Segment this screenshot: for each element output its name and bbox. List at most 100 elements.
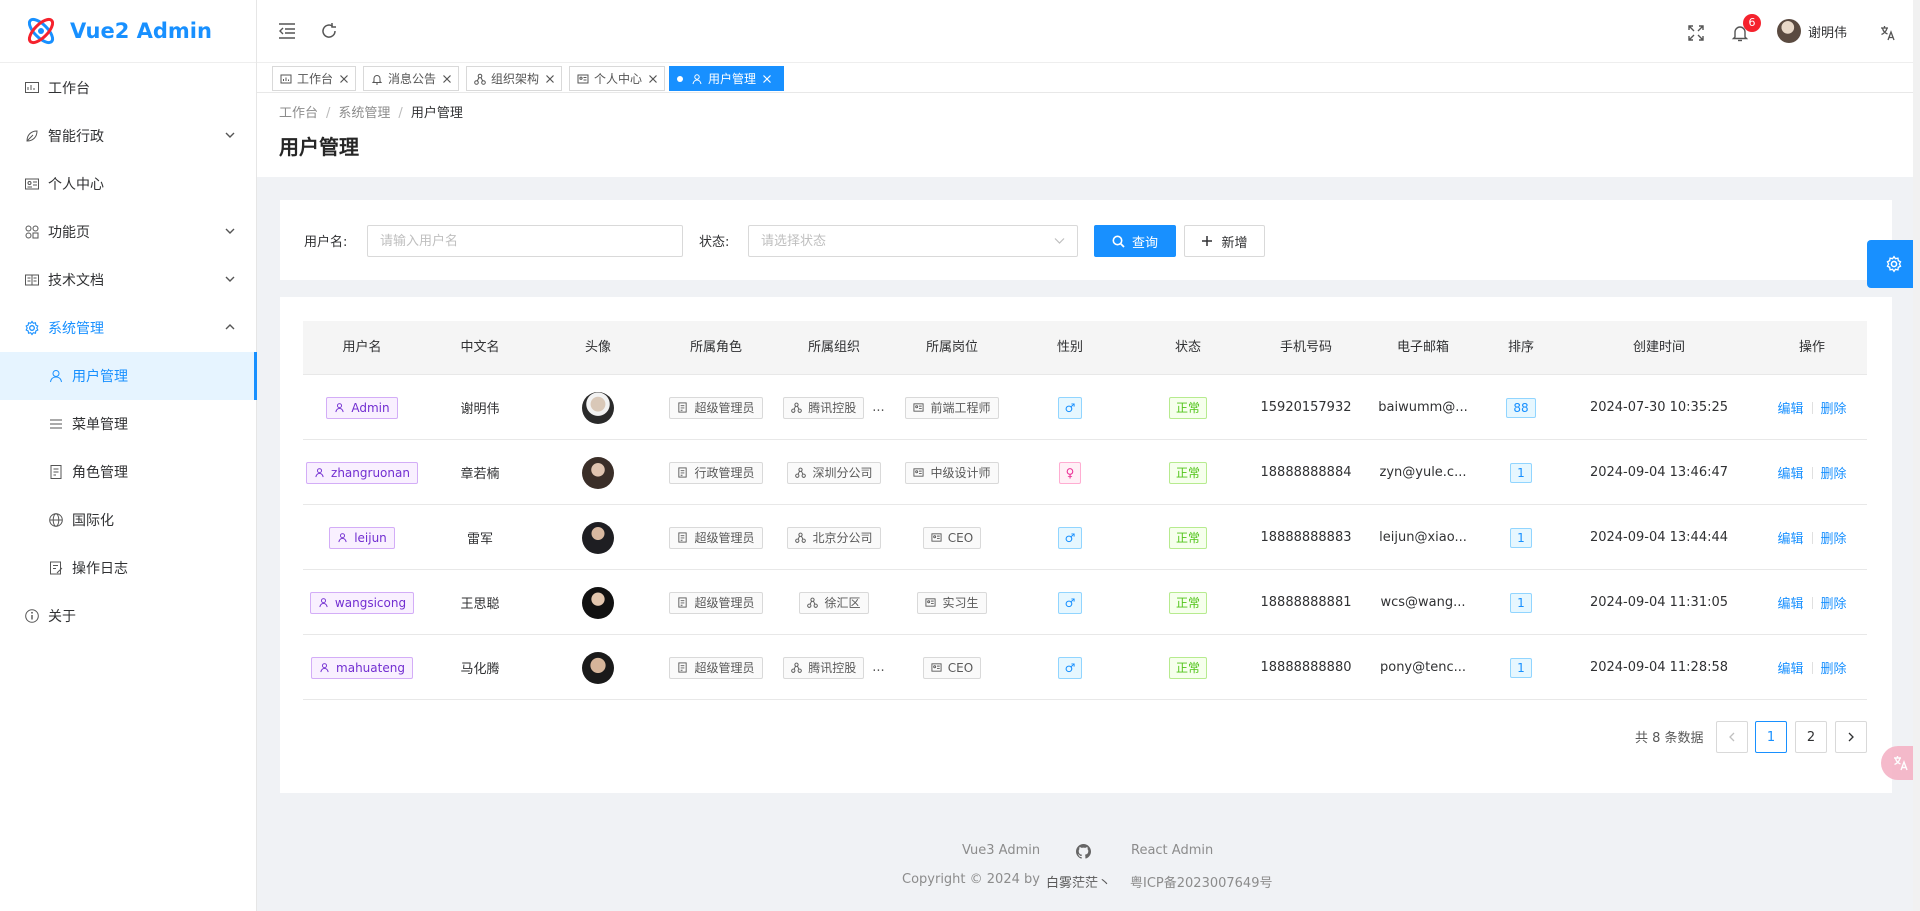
page-1-button[interactable]: 1 [1755,721,1787,753]
post-tag: CEO [922,526,982,549]
delete-button[interactable]: 删除 [1821,658,1847,677]
fullscreen-icon[interactable] [1687,24,1705,42]
sidebar-item-logs[interactable]: 操作日志 [0,544,256,592]
post-text: 前端工程师 [930,401,991,415]
cell-created: 2024-09-04 11:31:05 [1589,595,1729,610]
refresh-icon[interactable] [319,21,339,41]
delete-button[interactable]: 删除 [1821,593,1847,612]
column-header: 中文名 [460,340,500,355]
sidebar-item-system[interactable]: 系统管理 [0,304,256,352]
username-text: wangsicong [334,595,407,610]
edit-button[interactable]: 编辑 [1777,463,1803,482]
translate-icon[interactable] [1879,24,1897,42]
close-icon[interactable] [339,74,349,84]
cell-username: Admin [303,375,421,440]
role-text: 超级管理员 [694,661,755,675]
breadcrumb-item[interactable]: 系统管理 [338,106,390,121]
username[interactable]: 谢明伟 [1808,22,1847,41]
delete-button[interactable]: 删除 [1821,528,1847,547]
table-row: mahuateng 马化腾 超级管理员 腾讯控股... CEO ♂ 正常 188… [303,635,1867,700]
cell-avatar [539,440,657,505]
close-icon[interactable] [545,74,555,84]
cell-actions: 编辑 删除 [1757,505,1867,570]
cell-phone: 18888888880 [1260,660,1352,675]
close-icon[interactable] [442,74,452,84]
avatar[interactable] [1777,19,1801,43]
post-tag: 实习生 [917,591,987,614]
close-icon[interactable] [762,74,772,84]
query-button[interactable]: 查询 [1094,225,1176,257]
next-page-button[interactable] [1835,721,1867,753]
status-badge: 正常 [1168,656,1207,679]
scrollbar[interactable] [1913,0,1920,911]
sidebar-item-dashboard[interactable]: 工作台 [0,64,256,112]
cell-org: 北京分公司 [775,505,893,570]
log-icon [50,561,63,575]
sidebar-item-label: 菜单管理 [72,417,128,433]
org-icon [791,662,803,673]
delete-button[interactable]: 删除 [1821,398,1847,417]
chevron-left-icon [1729,732,1735,742]
top-header: 6 谢明伟 [257,0,1920,63]
sidebar-item-profile[interactable]: 个人中心 [0,160,256,208]
username-text: zhangruonan [331,465,410,480]
app-title: Vue2 Admin [70,19,212,43]
add-button[interactable]: 新增 [1184,225,1265,257]
edit-button[interactable]: 编辑 [1777,658,1803,677]
post-text: CEO [947,530,974,545]
cell-actions: 编辑 删除 [1757,635,1867,700]
tab-notices[interactable]: 消息公告 [363,66,459,91]
page-2-button[interactable]: 2 [1795,721,1827,753]
username-input[interactable]: 请输入用户名 [367,225,683,257]
github-icon[interactable] [1076,844,1091,859]
tab-profile[interactable]: 个人中心 [569,66,665,91]
table-row: wangsicong 王思聪 超级管理员 徐汇区 实习生 ♂ 正常 188888… [303,570,1867,635]
sidebar-item-roles[interactable]: 角色管理 [0,448,256,496]
footer-link-vue3[interactable]: Vue3 Admin [962,843,1040,858]
logo-icon [27,17,55,45]
org-more: ... [872,660,885,675]
sidebar-item-users[interactable]: 用户管理 [0,352,257,400]
edit-button[interactable]: 编辑 [1777,528,1803,547]
close-icon[interactable] [648,74,658,84]
username-tag: zhangruonan [306,461,418,484]
logo[interactable]: Vue2 Admin [0,0,256,63]
cell-sort: 1 [1481,440,1561,505]
delete-button[interactable]: 删除 [1821,463,1847,482]
status-select[interactable]: 请选择状态 [748,225,1078,257]
sidebar-item-i18n[interactable]: 国际化 [0,496,256,544]
footer-link-react[interactable]: React Admin [1131,843,1213,858]
footer-icp[interactable]: 粤ICP备2023007649号 [1130,872,1272,891]
edit-button[interactable]: 编辑 [1777,398,1803,417]
role-tag: 超级管理员 [669,656,763,679]
cell-sort: 1 [1481,635,1561,700]
sidebar-item-docs[interactable]: 技术文档 [0,256,256,304]
column-header: 手机号码 [1279,340,1332,355]
gender-male-icon: ♂ [1057,526,1083,549]
edit-button[interactable]: 编辑 [1777,593,1803,612]
tab-org[interactable]: 组织架构 [466,66,562,91]
prev-page-button[interactable] [1716,721,1748,753]
sidebar-item-function[interactable]: 功能页 [0,208,256,256]
username-text: mahuateng [336,660,405,675]
cell-username: leijun [303,505,421,570]
avatar [582,651,614,684]
avatar [582,456,614,489]
tab-users[interactable]: 用户管理 [669,66,784,91]
cell-status: 正常 [1129,635,1247,700]
cell-username: zhangruonan [303,440,421,505]
org-tag: 腾讯控股 [783,656,865,679]
sidebar-item-label: 操作日志 [72,561,128,577]
cell-status: 正常 [1129,375,1247,440]
info-icon [25,609,39,623]
menu-fold-icon[interactable] [277,21,297,41]
sidebar-item-about[interactable]: 关于 [0,592,256,640]
tab-dashboard[interactable]: 工作台 [272,66,356,91]
username-label: 用户名: [304,235,348,250]
footer-author[interactable]: 白雾茫茫丶 [1046,872,1111,891]
sidebar-item-menus[interactable]: 菜单管理 [0,400,256,448]
breadcrumb-item[interactable]: 工作台 [279,106,318,121]
breadcrumb-separator: / [398,106,403,121]
sidebar-item-smart-admin[interactable]: 智能行政 [0,112,256,160]
cell-cn-name: 马化腾 [460,662,500,677]
